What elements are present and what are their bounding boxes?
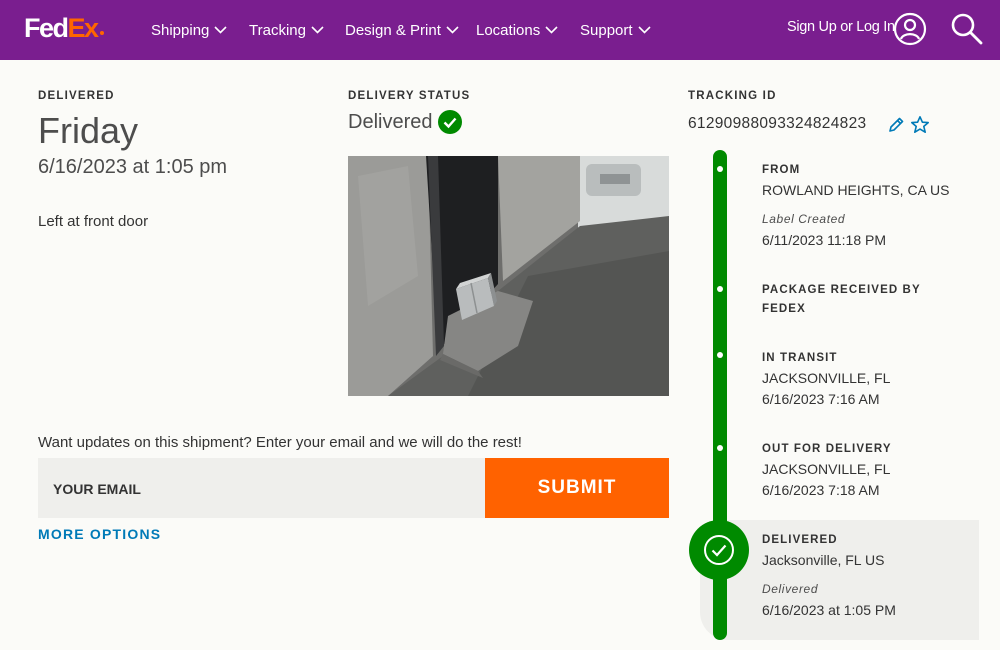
chevron-down-icon [446, 26, 459, 34]
nav-design-print[interactable]: Design & Print [345, 0, 459, 60]
event-out-for-delivery-location: JACKSONVILLE, FL [762, 461, 891, 477]
delivery-status-label: DELIVERY STATUS [348, 90, 471, 102]
pencil-icon[interactable] [887, 116, 905, 134]
chevron-down-icon [214, 26, 227, 34]
delivery-datetime: 6/16/2023 at 1:05 pm [38, 156, 228, 178]
event-from-status: Label Created [762, 212, 846, 226]
nav-locations[interactable]: Locations [476, 0, 558, 60]
check-circle-icon [438, 110, 462, 134]
chevron-down-icon [545, 26, 558, 34]
nav-shipping[interactable]: Shipping [151, 0, 227, 60]
more-options-link[interactable]: MORE OPTIONS [38, 526, 161, 542]
event-transit-time: 6/16/2023 7:16 AM [762, 391, 880, 407]
event-transit-location: JACKSONVILLE, FL [762, 370, 891, 386]
event-delivered-time: 6/16/2023 at 1:05 PM [762, 602, 896, 618]
timeline-dot [717, 352, 723, 358]
event-out-for-delivery-title: OUT FOR DELIVERY [762, 443, 892, 455]
star-icon[interactable] [910, 115, 930, 135]
user-icon[interactable] [893, 12, 927, 46]
timeline-dot [717, 445, 723, 451]
fedex-logo[interactable]: FedEx [24, 13, 104, 43]
event-delivered-title: DELIVERED [762, 534, 838, 546]
search-icon[interactable] [950, 12, 984, 46]
chevron-down-icon [637, 26, 651, 34]
tracking-id-label: TRACKING ID [688, 90, 777, 102]
submit-button[interactable]: SUBMIT [485, 458, 669, 518]
top-navigation-bar: FedEx Shipping Tracking Design & Print L… [0, 0, 1000, 60]
chevron-down-icon [311, 26, 324, 34]
delivery-note: Left at front door [38, 213, 149, 230]
event-delivered-status: Delivered [762, 582, 819, 596]
event-transit-title: IN TRANSIT [762, 352, 838, 364]
delivery-status-value: Delivered [348, 111, 433, 133]
event-from-location: ROWLAND HEIGHTS, CA US [762, 182, 950, 198]
sign-up-login-link[interactable]: Sign Up or Log In [787, 19, 895, 35]
event-from-title: FROM [762, 164, 801, 176]
event-received-title: PACKAGE RECEIVED BY FEDEX [762, 284, 921, 315]
timeline-dot [717, 286, 723, 292]
nav-tracking[interactable]: Tracking [249, 0, 324, 60]
event-from-time: 6/11/2023 11:18 PM [762, 232, 887, 248]
tracking-id-value: 61290988093324824823 [688, 115, 867, 132]
delivery-day: Friday [38, 110, 139, 151]
event-delivered-location: Jacksonville, FL US [762, 552, 885, 568]
nav-support[interactable]: Support [580, 0, 651, 60]
delivered-check-icon [689, 520, 749, 580]
timeline-dot [717, 166, 723, 172]
event-out-for-delivery-time: 6/16/2023 7:18 AM [762, 482, 880, 498]
delivered-label: DELIVERED [38, 90, 115, 102]
email-updates-prompt: Want updates on this shipment? Enter you… [38, 434, 522, 451]
email-input-placeholder: YOUR EMAIL [53, 481, 141, 497]
proof-of-delivery-photo[interactable] [348, 156, 669, 396]
